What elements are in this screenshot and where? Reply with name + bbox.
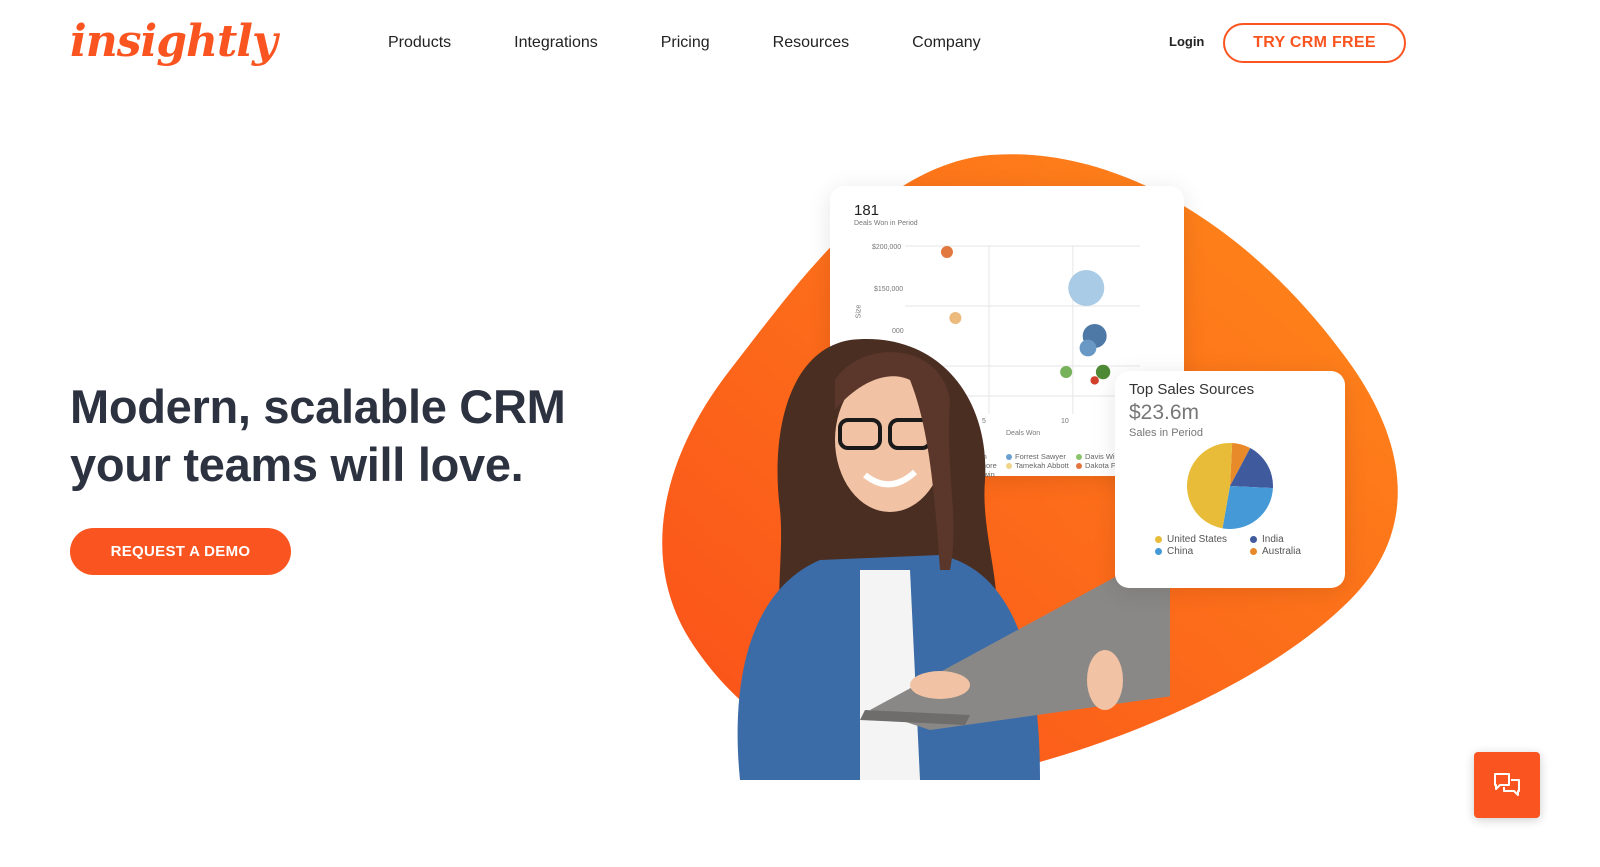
legend-label: India xyxy=(1262,534,1284,545)
hand-left xyxy=(910,671,970,699)
hero-title-line-1: Modern, scalable CRM xyxy=(70,380,566,433)
legend-label: Australia xyxy=(1262,546,1301,557)
try-crm-free-button[interactable]: TRY CRM FREE xyxy=(1223,23,1406,63)
legend-item: India xyxy=(1250,534,1284,545)
nav-company[interactable]: Company xyxy=(912,32,980,54)
legend-item: China xyxy=(1155,546,1193,557)
legend-label: United States xyxy=(1167,534,1228,545)
site-header: insightly Products Integrations Pricing … xyxy=(0,0,1600,90)
legend-dot xyxy=(1155,535,1162,543)
nav-products[interactable]: Products xyxy=(388,32,451,54)
legend-item: United States xyxy=(1155,534,1227,545)
insightly-logo[interactable]: insightly xyxy=(70,10,278,74)
chat-bubbles-icon xyxy=(1494,773,1520,796)
hero-visual: 181 Deals Won in Period $200,000 $150,00… xyxy=(650,140,1420,800)
legend-label: China xyxy=(1167,546,1194,557)
legend-item: Australia xyxy=(1250,546,1301,557)
hand-right xyxy=(1087,650,1123,710)
login-link[interactable]: Login xyxy=(1169,34,1204,49)
pie-slice-china xyxy=(1222,486,1273,529)
bubble-point xyxy=(940,246,953,258)
hero-title-line-2: your teams will love. xyxy=(70,438,524,491)
nav-resources[interactable]: Resources xyxy=(773,32,849,54)
top-sales-sources-card: Top Sales Sources $23.6m Sales in Period… xyxy=(1115,371,1345,588)
legend-dot xyxy=(1250,535,1257,543)
pie-card-value: $23.6m xyxy=(1129,401,1200,424)
legend-dot xyxy=(1250,547,1257,555)
woman-with-laptop-photo xyxy=(737,339,1170,780)
chat-widget-button[interactable] xyxy=(1474,752,1540,818)
nav-pricing[interactable]: Pricing xyxy=(661,32,710,54)
nav-integrations[interactable]: Integrations xyxy=(514,32,598,54)
white-shirt xyxy=(860,570,920,780)
pie-card-title: Top Sales Sources xyxy=(1129,381,1255,398)
request-demo-button[interactable]: REQUEST A DEMO xyxy=(70,528,291,575)
legend-dot xyxy=(1155,547,1162,555)
pie-chart xyxy=(1187,443,1273,529)
bubble-point xyxy=(1068,270,1105,306)
main-nav: Products Integrations Pricing Resources … xyxy=(388,32,1044,54)
hero-title: Modern, scalable CRM your teams will lov… xyxy=(70,378,566,494)
pie-card-subtitle: Sales in Period xyxy=(1129,427,1203,439)
